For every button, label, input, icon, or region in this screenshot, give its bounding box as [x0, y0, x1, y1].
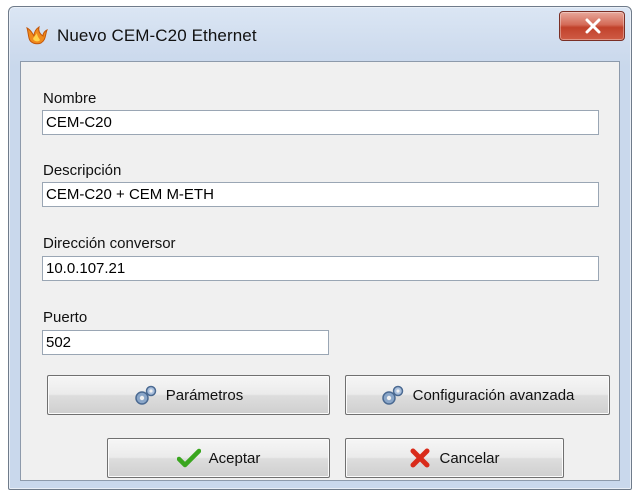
- descripcion-field[interactable]: [42, 182, 599, 207]
- direccion-field[interactable]: [42, 256, 599, 281]
- nombre-field[interactable]: [42, 110, 599, 135]
- cancelar-button[interactable]: Cancelar: [345, 438, 564, 478]
- parametros-button[interactable]: Parámetros: [47, 375, 330, 415]
- dialog-body: Nombre Descripción Dirección conversor P…: [20, 61, 620, 481]
- nombre-label: Nombre: [43, 90, 97, 107]
- dialog-window: Nuevo CEM-C20 Ethernet Nombre Descripció…: [8, 6, 632, 490]
- flame-icon: [25, 24, 49, 46]
- puerto-field[interactable]: [42, 330, 329, 355]
- gears-icon: [134, 385, 156, 405]
- close-button[interactable]: [559, 11, 625, 41]
- checkmark-icon: [176, 448, 201, 468]
- close-icon: [585, 18, 601, 34]
- gears-icon: [381, 385, 403, 405]
- configuracion-avanzada-label: Configuración avanzada: [412, 386, 575, 404]
- puerto-label: Puerto: [43, 309, 88, 326]
- window-title: Nuevo CEM-C20 Ethernet: [57, 26, 257, 45]
- aceptar-label: Aceptar: [208, 449, 261, 467]
- cancelar-label: Cancelar: [439, 449, 500, 467]
- configuracion-avanzada-button[interactable]: Configuración avanzada: [345, 375, 610, 415]
- direccion-label: Dirección conversor: [43, 235, 176, 252]
- title-bar[interactable]: Nuevo CEM-C20 Ethernet: [9, 7, 631, 63]
- cross-icon: [410, 448, 430, 468]
- aceptar-button[interactable]: Aceptar: [107, 438, 330, 478]
- parametros-label: Parámetros: [165, 386, 244, 404]
- descripcion-label: Descripción: [43, 162, 122, 179]
